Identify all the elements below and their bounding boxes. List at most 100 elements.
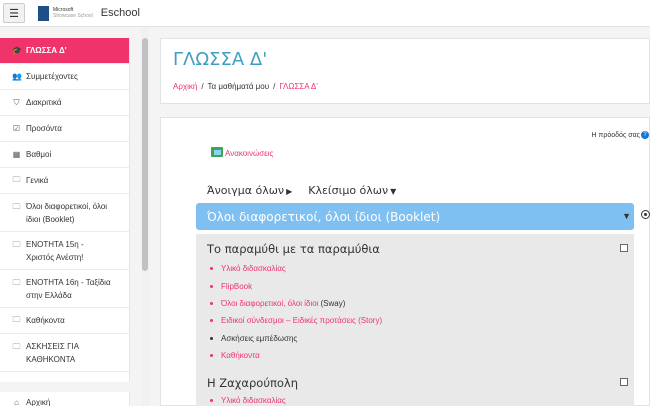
breadcrumb-my-courses[interactable]: Τα μαθήματά μου (208, 82, 270, 91)
folder-icon: 🗀 (12, 342, 21, 351)
activity-list: Υλικό διδασκαλίας FlipBook Όλοι διαφορετ… (210, 260, 382, 364)
activity-item[interactable]: Υλικό διδασκαλίας (210, 260, 382, 277)
triangle-down-icon: ▼ (390, 187, 397, 196)
folder-icon: 🗀 (12, 278, 21, 287)
activity-label: Καθήκοντα (221, 351, 260, 361)
sidebar-item-booklet[interactable]: 🗀 Όλοι διαφορετικοί, όλοι ίδιοι (Booklet… (0, 194, 129, 232)
sidebar-item-label: Βαθμοί (26, 150, 52, 159)
activity-item[interactable]: Υλικό διδασκαλίας (210, 392, 286, 406)
sidebar-item-label: Καθήκοντα (26, 316, 65, 325)
folder-icon: 🗀 (12, 174, 21, 184)
sidebar-item-label: Γενικά (26, 176, 49, 185)
table-icon: ▦ (12, 150, 21, 159)
folder-icon: 🗀 (12, 314, 21, 324)
bullet-icon (210, 301, 213, 305)
expand-all-button[interactable]: Άνοιγμα όλων ▶ (207, 184, 292, 197)
breadcrumb: Αρχική / Τα μαθήματά μου / ΓΛΩΣΣΑ Δ' (173, 82, 318, 91)
sidebar-item-label: ΕΝΟΤΗΤΑ 15η - Χριστός Ανέστη! (26, 240, 84, 262)
sidebar-home-block: ⌂ Αρχική (0, 392, 130, 406)
sidebar-item-exercises[interactable]: 🗀 ΑΣΚΗΣΕΙΣ ΓΙΑ ΚΑΘΗΚΟΝΤΑ (0, 334, 129, 372)
completion-checkbox[interactable] (620, 244, 628, 252)
course-section: Η Ζαχαρούπολη Υλικό διδασκαλίας (196, 372, 634, 406)
hamburger-menu-button[interactable]: ☰ (3, 3, 25, 23)
activity-item[interactable]: Καθήκοντα (210, 347, 382, 364)
sidebar-item-label: ΑΣΚΗΣΕΙΣ ΓΙΑ ΚΑΘΗΚΟΝΤΑ (26, 342, 80, 364)
collapse-all-button[interactable]: Κλείσιμο όλων ▼ (308, 184, 396, 197)
top-navbar: ☰ Microsoft Showcase School Eschool (0, 0, 650, 27)
activity-suffix: (Sway) (320, 298, 346, 308)
expand-all-label: Άνοιγμα όλων (207, 184, 285, 197)
brand-name[interactable]: Eschool (101, 7, 140, 19)
sidebar-item-home[interactable]: ⌂ Αρχική (0, 392, 129, 406)
microsoft-showcase-logo: Microsoft Showcase School (53, 7, 93, 19)
sidebar-item-label: Όλοι διαφορετικοί, όλοι ίδιοι (Booklet) (26, 202, 108, 224)
course-content: Η πρόοδός σας ? Ανακοινώσεις Άνοιγμα όλω… (160, 117, 650, 406)
breadcrumb-separator: / (201, 82, 204, 91)
sidebar-item-general[interactable]: 🗀 Γενικά (0, 168, 129, 194)
check-square-icon: ☑ (12, 124, 21, 133)
page-title: ΓΛΩΣΣΑ Δ' (173, 49, 268, 70)
activity-list: Υλικό διδασκαλίας (210, 392, 286, 406)
collapse-all-label: Κλείσιμο όλων (308, 184, 389, 197)
folder-icon: 🗀 (12, 240, 21, 249)
graduation-cap-icon: 🎓 (12, 46, 22, 55)
sidebar-item-label: Συμμετέχοντες (26, 72, 78, 81)
bullet-icon (210, 267, 213, 271)
bullet-icon (210, 354, 213, 358)
logo-box (38, 5, 49, 21)
activity-item[interactable]: FlipBook (210, 277, 382, 294)
logo-ms-line2: Showcase School (53, 13, 93, 19)
sidebar-scrollbar-thumb[interactable] (142, 38, 148, 271)
sidebar-item-label: Αρχική (26, 397, 51, 406)
sidebar-item-participants[interactable]: 👥 Συμμετέχοντες (0, 64, 129, 90)
users-icon: 👥 (12, 72, 22, 81)
section-title[interactable]: Η Ζαχαρούπολη (207, 376, 298, 390)
shield-icon: ⛉ (13, 97, 20, 107)
booklet-section-header[interactable]: Όλοι διαφορετικοί, όλοι ίδιοι (Booklet) … (196, 203, 634, 230)
help-icon[interactable]: ? (641, 131, 649, 139)
triangle-right-icon: ▶ (286, 187, 293, 196)
sidebar-item-grades[interactable]: ▦ Βαθμοί (0, 142, 129, 168)
sidebar-item-course[interactable]: 🎓 ΓΛΩΣΣΑ Δ' (0, 38, 129, 64)
completion-checkbox[interactable] (620, 378, 628, 386)
progress-indicator: Η πρόοδός σας ? (592, 131, 649, 139)
activity-item[interactable]: Ειδικοί σύνδεσμοι – Ειδικές προτάσεις (S… (210, 312, 382, 329)
bullet-icon (210, 336, 213, 340)
sidebar-item-assignments[interactable]: 🗀 Καθήκοντα (0, 308, 129, 334)
forum-icon (211, 147, 223, 157)
activity-label: Όλοι διαφορετικοί, όλοι ίδιοι (221, 298, 319, 308)
booklet-title: Όλοι διαφορετικοί, όλοι ίδιοι (Booklet) (207, 209, 441, 224)
radio-icon[interactable] (641, 210, 650, 219)
activity-label: Υλικό διδασκαλίας (221, 396, 286, 406)
activity-label: FlipBook (221, 281, 253, 291)
activity-item[interactable]: Όλοι διαφορετικοί, όλοι ίδιοι (Sway) (210, 295, 382, 312)
home-icon: ⌂ (14, 397, 19, 406)
page-header: ΓΛΩΣΣΑ Δ' Αρχική / Τα μαθήματά μου / ΓΛΩ… (160, 38, 650, 104)
bullet-icon (210, 319, 213, 323)
school-logo[interactable]: Microsoft Showcase School (38, 5, 93, 21)
section-toggles: Άνοιγμα όλων ▶ Κλείσιμο όλων ▼ (207, 184, 396, 197)
caret-down-icon[interactable]: ▼ (622, 211, 631, 221)
bullet-icon (210, 399, 213, 403)
sidebar-item-competencies[interactable]: ☑ Προσόντα (0, 116, 129, 142)
folder-icon: 🗀 (12, 202, 21, 211)
activity-item: Ασκήσεις εμπέδωσης (210, 330, 382, 347)
announcements-label: Ανακοινώσεις (225, 149, 274, 158)
progress-label: Η πρόοδός σας (591, 131, 640, 139)
sidebar-item-unit-15[interactable]: 🗀 ΕΝΟΤΗΤΑ 15η - Χριστός Ανέστη! (0, 232, 129, 270)
breadcrumb-course[interactable]: ΓΛΩΣΣΑ Δ' (279, 82, 317, 91)
activity-label: Ειδικοί σύνδεσμοι – Ειδικές προτάσεις (S… (221, 316, 383, 326)
bullet-icon (210, 284, 213, 288)
sidebar-item-unit-16[interactable]: 🗀 ΕΝΟΤΗΤΑ 16η - Ταξίδια στην Ελλάδα (0, 270, 129, 308)
announcements-link[interactable]: Ανακοινώσεις (211, 147, 274, 158)
sidebar-item-label: ΓΛΩΣΣΑ Δ' (26, 46, 67, 55)
sidebar-item-badges[interactable]: ⛉ Διακριτικά (0, 90, 129, 116)
section-title[interactable]: Το παραμύθι με τα παραμύθια (207, 242, 380, 256)
sidebar-item-label: Προσόντα (26, 124, 62, 133)
activity-label: Υλικό διδασκαλίας (221, 264, 286, 274)
sidebar-item-label: Διακριτικά (26, 98, 62, 107)
sidebar-item-label: ΕΝΟΤΗΤΑ 16η - Ταξίδια στην Ελλάδα (26, 278, 111, 300)
breadcrumb-separator: / (273, 82, 276, 91)
breadcrumb-home[interactable]: Αρχική (173, 82, 197, 91)
hamburger-icon: ☰ (9, 7, 19, 20)
